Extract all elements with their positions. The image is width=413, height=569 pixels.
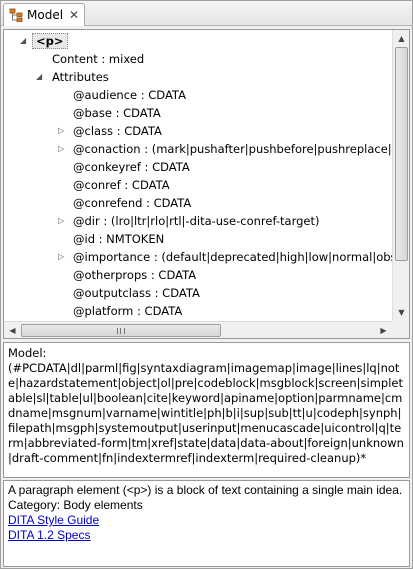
attribute-label: @id : NMTOKEN — [73, 232, 165, 246]
attribute-label: @importance : (default|deprecated|high|l… — [73, 250, 410, 264]
attribute-label: @conref : CDATA — [73, 178, 170, 192]
tree-row-attribute[interactable]: @conrefend : CDATA — [58, 194, 191, 212]
element-category: Category: Body elements — [8, 498, 143, 512]
attribute-label: @conrefend : CDATA — [73, 196, 192, 210]
attribute-label: @base : CDATA — [73, 106, 161, 120]
tree-row-attribute[interactable]: @outputclass : CDATA — [58, 284, 200, 302]
collapsed-triangle-icon[interactable]: ▷ — [58, 248, 67, 266]
scrollbar-corner — [392, 321, 409, 338]
attribute-label: @outputclass : CDATA — [73, 286, 200, 300]
tree-row-attributes[interactable]: ◢ Attributes — [36, 68, 109, 86]
vertical-scrollbar[interactable]: ▲ ▼ — [392, 30, 409, 321]
scroll-up-icon[interactable]: ▲ — [393, 30, 409, 47]
attribute-label: @otherprops : CDATA — [73, 268, 197, 282]
element-description: A paragraph element (<p>) is a block of … — [8, 483, 403, 497]
collapsed-triangle-icon[interactable]: ▷ — [58, 212, 67, 230]
tree-row-attribute[interactable]: @conkeyref : CDATA — [58, 158, 190, 176]
documentation-pane: A paragraph element (<p>) is a block of … — [3, 480, 410, 567]
link-dita-style-guide[interactable]: DITA Style Guide — [8, 513, 405, 528]
tab-model[interactable]: Model ✕ — [3, 3, 85, 26]
model-view: Model ✕ ◢ <p> Content : mixed ◢ Attribut… — [0, 0, 413, 569]
tree-row-attribute[interactable]: @id : NMTOKEN — [58, 230, 164, 248]
link-dita-specs[interactable]: DITA 1.2 Specs — [8, 528, 405, 543]
horizontal-scroll-thumb[interactable] — [21, 324, 221, 337]
scroll-left-icon[interactable]: ◀ — [4, 322, 21, 338]
model-label: Model: — [8, 346, 47, 360]
tab-bar: Model ✕ — [1, 1, 412, 26]
tree-row-attribute[interactable]: ▷ @importance : (default|deprecated|high|… — [58, 248, 410, 266]
tree-row-attribute[interactable]: @conref : CDATA — [58, 176, 170, 194]
tree-row-attribute[interactable]: ▷ @conaction : (mark|pushafter|pushbefore… — [58, 140, 410, 158]
attributes-label: Attributes — [52, 70, 109, 84]
tree-row-attribute[interactable]: @platform : CDATA — [58, 302, 182, 320]
attribute-label: @audience : CDATA — [73, 88, 186, 102]
close-icon[interactable]: ✕ — [69, 9, 80, 21]
tree-pane[interactable]: ◢ <p> Content : mixed ◢ Attributes @audi… — [3, 29, 410, 339]
collapsed-triangle-icon[interactable]: ▷ — [58, 140, 67, 158]
tree-row-attribute[interactable]: @base : CDATA — [58, 104, 161, 122]
model-tree-icon — [9, 8, 23, 22]
scroll-right-icon[interactable]: ▶ — [375, 322, 392, 338]
scroll-down-icon[interactable]: ▼ — [393, 304, 409, 321]
attribute-label: @dir : (lro|ltr|rlo|rtl|-dita-use-conref… — [73, 214, 320, 228]
model-definition: (#PCDATA|dl|parml|fig|syntaxdiagram|imag… — [8, 361, 404, 465]
tree-row-attribute[interactable]: ▷ @dir : (lro|ltr|rlo|rtl|-dita-use-conre… — [58, 212, 320, 230]
root-element-label[interactable]: <p> — [32, 33, 68, 49]
expanded-triangle-icon[interactable]: ◢ — [20, 32, 29, 50]
horizontal-scrollbar[interactable]: ◀ ▶ — [4, 321, 392, 338]
tree-row-attribute[interactable]: @otherprops : CDATA — [58, 266, 196, 284]
tab-title: Model — [27, 8, 64, 22]
vertical-scroll-thumb[interactable] — [395, 47, 408, 261]
tree-row-root[interactable]: ◢ <p> — [20, 32, 68, 50]
tree-row-attribute[interactable]: ▷ @class : CDATA — [58, 122, 162, 140]
grip-icon — [117, 328, 125, 334]
model-pane: Model: (#PCDATA|dl|parml|fig|syntaxdiagr… — [3, 342, 410, 478]
tree-row-attribute[interactable]: @audience : CDATA — [58, 86, 186, 104]
content-type-label: Content : mixed — [52, 52, 145, 66]
collapsed-triangle-icon[interactable]: ▷ — [58, 122, 67, 140]
attribute-label: @class : CDATA — [73, 124, 162, 138]
tree-row-content[interactable]: Content : mixed — [52, 50, 144, 68]
attribute-label: @conaction : (mark|pushafter|pushbefore|… — [73, 142, 410, 156]
expanded-triangle-icon[interactable]: ◢ — [36, 68, 45, 86]
attribute-label: @conkeyref : CDATA — [73, 160, 190, 174]
attribute-label: @platform : CDATA — [73, 304, 183, 318]
